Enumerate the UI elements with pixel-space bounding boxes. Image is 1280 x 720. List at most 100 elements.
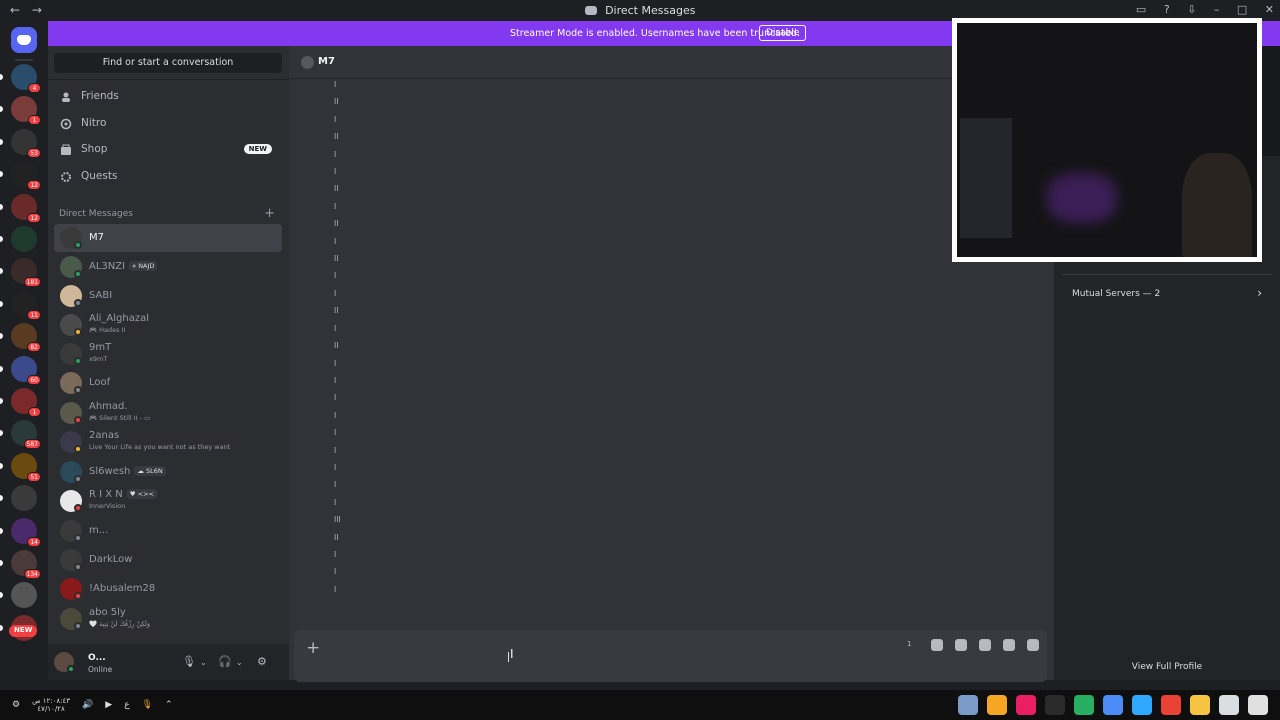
dm-item[interactable]: Ahmad. 🎮 Silent Still II - ▭ xyxy=(54,399,282,427)
message-line: اا xyxy=(334,132,339,142)
close-button[interactable]: ✕ xyxy=(1265,3,1274,16)
status-idle-icon xyxy=(74,328,82,336)
message-line: ا xyxy=(334,80,337,89)
home-button[interactable] xyxy=(11,27,37,53)
chevron-down-icon[interactable]: ⌄ xyxy=(236,658,243,667)
server-icon[interactable]: 60 xyxy=(11,355,41,385)
server-icon[interactable]: 12 xyxy=(11,161,41,191)
create-dm-plus-icon[interactable]: + xyxy=(264,206,275,221)
dm-activity: InnerVision xyxy=(89,502,126,510)
play-icon[interactable]: ▶ xyxy=(105,700,112,710)
nav-quests[interactable]: Quests xyxy=(54,165,282,189)
nav-friends[interactable]: Friends xyxy=(54,85,282,109)
emoji-icon[interactable] xyxy=(1003,639,1015,651)
taskbar-app-icon[interactable] xyxy=(1016,695,1036,715)
dm-name: 9mT xyxy=(89,342,111,353)
server-icon[interactable]: 51 xyxy=(11,452,41,482)
language-indicator[interactable]: ع xyxy=(124,700,129,710)
dm-item[interactable]: !Abusalem28 xyxy=(54,575,282,603)
download-icon[interactable]: ⇩ xyxy=(1187,3,1196,16)
mention-count-badge: 1 xyxy=(28,115,41,126)
dm-item[interactable]: Sl6wesh ☁ SL6N xyxy=(54,458,282,486)
mention-count-badge: 181 xyxy=(23,277,41,288)
dm-activity: x9mT xyxy=(89,355,108,363)
dm-name-text: !Abusalem28 xyxy=(89,583,156,594)
microphone-icon[interactable]: 🎙 xyxy=(142,700,153,710)
server-icon[interactable] xyxy=(11,485,37,512)
taskbar-app-icon[interactable] xyxy=(1045,695,1065,715)
server-icon[interactable]: 134 xyxy=(11,550,41,579)
server-icon[interactable]: 14 xyxy=(11,517,41,547)
taskbar-app-icon[interactable] xyxy=(987,695,1007,715)
unread-indicator xyxy=(0,398,3,404)
dm-item[interactable]: 9mT x9mT xyxy=(54,340,282,368)
server-icon[interactable]: 11 xyxy=(11,290,41,320)
mention-count-badge: 51 xyxy=(27,471,41,482)
mutual-servers-row[interactable]: Mutual Servers — 2 › xyxy=(1062,283,1272,307)
server-icon[interactable]: 4 xyxy=(11,64,41,93)
minimize-button[interactable]: – xyxy=(1214,3,1220,16)
divider xyxy=(48,79,289,80)
taskbar-app-icon[interactable] xyxy=(1103,695,1123,715)
taskbar-app-icon[interactable] xyxy=(1074,695,1094,715)
dm-item[interactable]: DarkLow xyxy=(54,546,282,574)
microphone-icon[interactable]: 🎙 xyxy=(182,655,196,668)
window-controls: ▭ ? ⇩ – □ ✕ xyxy=(1122,3,1274,16)
chevron-up-icon[interactable]: ⌃ xyxy=(165,700,173,710)
message-line: ااا xyxy=(334,515,341,525)
server-icon[interactable]: 82 xyxy=(11,323,41,353)
server-icon[interactable]: 12 xyxy=(11,193,41,223)
dm-item[interactable]: abo 5ly 🤍 وَلَكِنْ رِزْقُكَ لَنْ يَتِيهَ xyxy=(54,605,282,633)
volume-icon[interactable]: 🔊 xyxy=(82,700,93,710)
server-icon[interactable] xyxy=(11,226,37,252)
headphones-icon[interactable]: 🎧 xyxy=(218,655,232,668)
status-online-icon xyxy=(74,241,82,249)
disable-streamer-mode-button[interactable]: Disable xyxy=(759,25,807,41)
dm-item[interactable]: Loof xyxy=(54,369,282,397)
clock[interactable]: ١٢:٠٨:٤٣ ص ٤٧/١٠/٢٨ xyxy=(32,697,70,713)
server-icon[interactable] xyxy=(11,582,37,609)
conversation-search-button[interactable]: Find or start a conversation xyxy=(54,53,282,73)
dm-item[interactable]: Ali_Alghazal 🎮 Hades II xyxy=(54,311,282,339)
server-icon[interactable]: 1 xyxy=(11,388,41,417)
dm-item[interactable]: SABI xyxy=(54,282,282,310)
taskbar-app-icon[interactable] xyxy=(958,695,978,715)
taskbar-app-icon[interactable] xyxy=(1248,695,1268,715)
taskbar-app-icon[interactable] xyxy=(1132,695,1152,715)
server-icon[interactable]: 181 xyxy=(11,258,41,288)
upload-plus-icon[interactable]: + xyxy=(306,638,320,658)
dm-name: m... xyxy=(89,525,108,536)
nav-nitro[interactable]: Nitro xyxy=(54,112,282,136)
server-icon[interactable]: 53 xyxy=(11,128,41,158)
dm-item[interactable]: M7 xyxy=(54,224,282,252)
server-icon[interactable]: 1 xyxy=(11,96,41,126)
help-icon[interactable]: ? xyxy=(1164,3,1170,16)
dm-item[interactable]: 2anas Live Your Life as you want not as t… xyxy=(54,428,282,456)
maximize-button[interactable]: □ xyxy=(1237,3,1247,16)
taskbar-app-icon[interactable] xyxy=(1161,695,1181,715)
dm-item[interactable]: R I X N ♥ <>< InnerVision xyxy=(54,487,282,515)
gif-icon[interactable] xyxy=(955,639,967,651)
window-title-text: Direct Messages xyxy=(605,4,696,17)
inbox-icon[interactable]: ▭ xyxy=(1136,3,1146,16)
apps-icon[interactable] xyxy=(1027,639,1039,651)
dm-item[interactable]: m... xyxy=(54,517,282,545)
mutual-servers-label: Mutual Servers — 2 xyxy=(1072,289,1161,299)
status-online-icon xyxy=(74,270,82,278)
gift-icon[interactable] xyxy=(931,639,943,651)
message-line: ا xyxy=(334,201,337,211)
view-full-profile-link[interactable]: View Full Profile xyxy=(1054,662,1280,672)
taskbar-app-icon[interactable] xyxy=(1219,695,1239,715)
taskbar-app-icon[interactable] xyxy=(1190,695,1210,715)
chevron-down-icon[interactable]: ⌄ xyxy=(200,658,207,667)
status-offline-icon xyxy=(74,475,82,483)
unread-indicator xyxy=(0,203,3,210)
message-line: ا xyxy=(334,567,337,577)
message-composer[interactable]: + 1 xyxy=(294,630,1047,682)
server-icon[interactable]: 587 xyxy=(11,420,41,450)
dm-item[interactable]: AL3NZI ⋄ NAJD xyxy=(54,253,282,281)
sticker-icon[interactable] xyxy=(979,639,991,651)
nav-shop[interactable]: Shop NEW xyxy=(54,138,282,162)
settings-gear-icon[interactable]: ⚙ xyxy=(12,700,20,710)
settings-gear-icon[interactable]: ⚙ xyxy=(257,655,267,668)
